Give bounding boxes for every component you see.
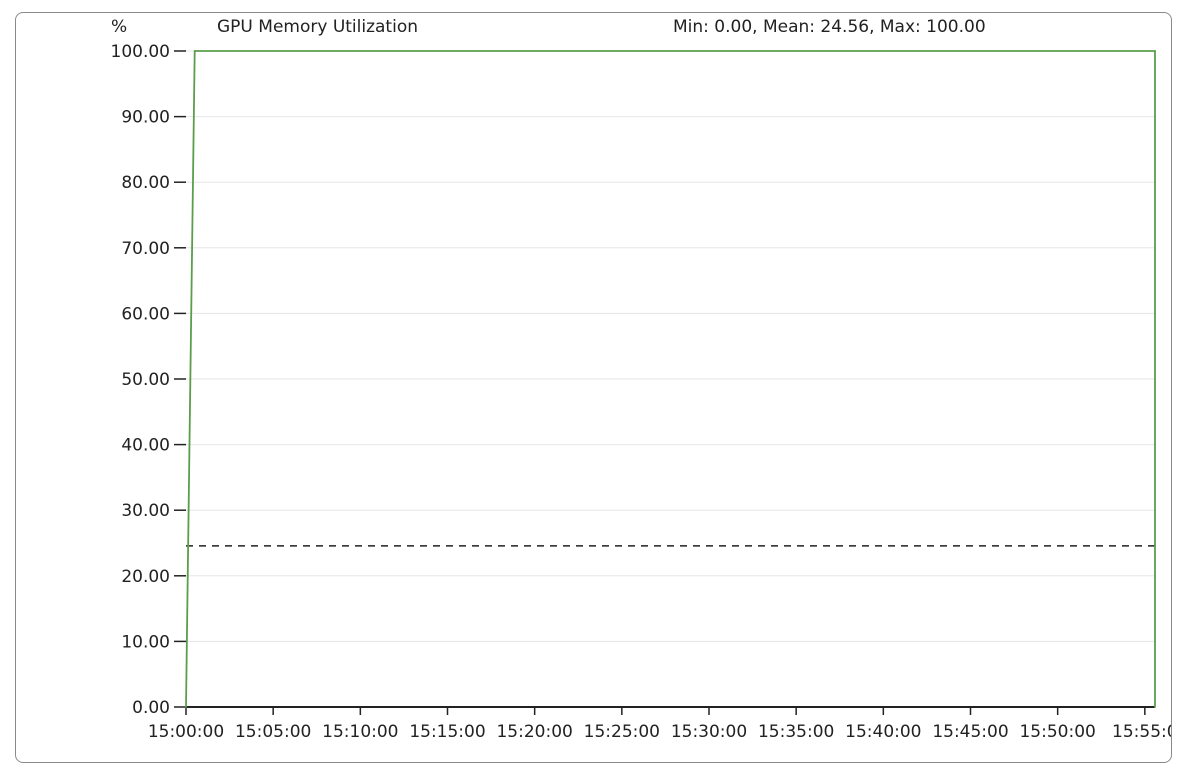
y-tick-label: 0.00 [132,698,170,718]
y-axis: 0.00 10.00 20.00 30.00 40.00 50.00 60.00 70.00 8… [111,42,186,718]
gpu-memory-chart: % GPU Memory Utilization Min: 0.00, Mean… [111,17,1172,742]
grid-lines [186,50,1155,642]
x-tick-label: 15:25:00 [584,722,660,742]
y-tick-label: 100.00 [111,42,170,62]
chart-title: GPU Memory Utilization [217,17,418,37]
x-tick-label: 15:55:0 [1112,722,1172,742]
y-tick-label: 20.00 [121,567,170,587]
y-tick-label: 10.00 [121,632,170,652]
x-tick-label: 15:50:00 [1019,722,1095,742]
y-tick-label: 80.00 [121,173,170,193]
y-tick-label: 60.00 [121,304,170,324]
x-tick-label: 15:35:00 [758,722,834,742]
x-tick-label: 15:45:00 [932,722,1008,742]
data-point [1154,50,1156,52]
x-tick-label: 15:20:00 [496,722,572,742]
x-axis: 15:00:00 15:05:00 15:10:00 15:15:00 15:20:00… [148,706,1172,742]
y-tick-label: 70.00 [121,239,170,259]
y-tick-label: 30.00 [121,501,170,521]
data-point [193,50,196,52]
data-point [185,706,187,708]
x-tick-label: 15:30:00 [671,722,747,742]
y-tick-label: 90.00 [121,108,170,128]
x-tick-label: 15:10:00 [322,722,398,742]
x-tick-label: 15:00:00 [148,722,224,742]
x-tick-label: 15:05:00 [235,722,311,742]
y-tick-label: 40.00 [121,436,170,456]
y-axis-unit-label: % [111,17,127,37]
y-tick-label: 50.00 [121,370,170,390]
x-tick-label: 15:15:00 [409,722,485,742]
x-tick-label: 15:40:00 [845,722,921,742]
chart-stats: Min: 0.00, Mean: 24.56, Max: 100.00 [673,17,986,37]
chart-panel: % GPU Memory Utilization Min: 0.00, Mean… [15,12,1172,763]
data-point [1154,706,1156,708]
